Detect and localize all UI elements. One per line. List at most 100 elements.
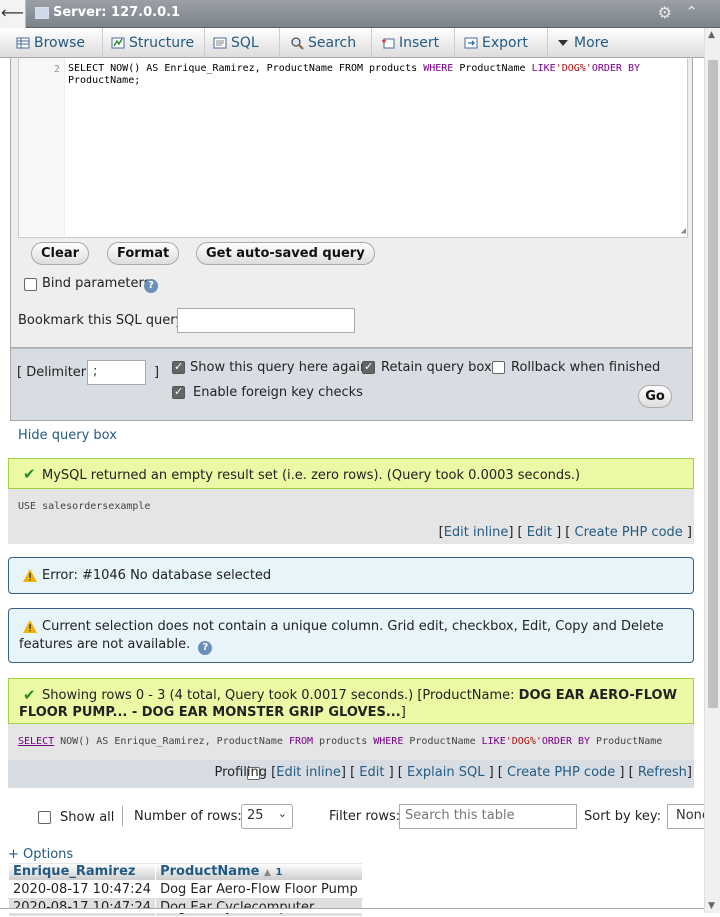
filter-label: Filter rows: <box>329 809 401 824</box>
rows-select[interactable]: 25 ⌄ <box>241 804 293 829</box>
tab-insert-label: Insert <box>399 35 440 51</box>
format-button[interactable]: Format <box>107 242 180 265</box>
bracket: ] <box>686 525 692 540</box>
gear-icon[interactable]: ⚙ <box>658 3 672 22</box>
rollback-label: Rollback when finished <box>511 360 661 375</box>
rows-info-block: Showing rows 0 - 3 (4 total, Query took … <box>19 687 687 721</box>
code-text: SELECT NOW() AS Enrique_Ramirez, Product… <box>68 63 424 74</box>
notice-message: Current selection does not contain a uni… <box>8 608 694 663</box>
success-message: ✔ MySQL returned an empty result set (i.… <box>8 458 694 489</box>
column-header[interactable]: Enrique_Ramirez <box>7 862 157 881</box>
bracket: ] <box>400 705 406 720</box>
sql-code[interactable]: SELECT NOW() AS Enrique_Ramirez, Product… <box>68 63 678 87</box>
explain-sql-link[interactable]: Explain SQL <box>407 765 484 780</box>
vertical-scrollbar[interactable]: ▲ ▼ <box>704 28 720 913</box>
autosaved-query-button[interactable]: Get auto-saved query <box>196 242 375 265</box>
retain-box-label: Retain query box <box>381 360 492 375</box>
options-toggle-link[interactable]: + Options <box>8 847 73 862</box>
sql-keyword-link[interactable]: SELECT <box>18 736 54 747</box>
tab-export-label: Export <box>482 35 528 51</box>
table-navigation: Show all Number of rows: 25 ⌄ Filter row… <box>0 800 704 834</box>
code-text: ProductName; <box>68 75 141 86</box>
code-keyword: ORDER BY <box>591 63 640 74</box>
resize-handle-icon[interactable]: ◢ <box>681 226 686 236</box>
go-button[interactable]: Go <box>638 385 672 408</box>
scroll-down-icon[interactable]: ▼ <box>708 901 715 911</box>
sql-display: SELECT NOW() AS Enrique_Ramirez, Product… <box>8 724 694 760</box>
sql-text: products <box>313 736 374 747</box>
tab-structure-label: Structure <box>129 35 195 51</box>
sql-editor[interactable]: 2 SELECT NOW() AS Enrique_Ramirez, Produ… <box>18 58 688 238</box>
delimiter-label: [ Delimiter <box>17 365 87 380</box>
sql-text: ProductName <box>590 736 663 747</box>
tab-insert[interactable]: Insert <box>373 28 455 58</box>
delimiter-input[interactable]: ; <box>87 360 146 385</box>
hide-query-box-link[interactable]: Hide query box <box>18 428 117 443</box>
code-text: ProductName <box>453 63 532 74</box>
sql-text: ProductName <box>403 736 482 747</box>
search-icon <box>291 37 304 50</box>
create-php-link[interactable]: Create PHP code <box>507 765 615 780</box>
scrollbar-thumb[interactable] <box>708 60 718 708</box>
tab-browse[interactable]: Browse <box>8 28 103 58</box>
table-cell: 2020-08-17 10:47:24 <box>7 880 157 899</box>
refresh-link[interactable]: Refresh <box>638 765 687 780</box>
sql-query-panel: 2 SELECT NOW() AS Enrique_Ramirez, Produ… <box>10 58 693 348</box>
delimiter-close: ] <box>154 365 160 380</box>
tab-sql[interactable]: SQL <box>205 28 280 58</box>
sql-text-line: SELECT NOW() AS Enrique_Ramirez, Product… <box>18 736 662 747</box>
success-text: MySQL returned an empty result set (i.e.… <box>42 468 581 483</box>
rows-value: 25 <box>247 808 264 823</box>
scroll-up-icon[interactable]: ▲ <box>708 30 715 40</box>
create-php-link[interactable]: Create PHP code <box>575 525 683 540</box>
sql-string: 'DOG%' <box>505 736 542 747</box>
help-icon[interactable]: ? <box>198 641 213 655</box>
action-links: Profiling [Edit inline] [ Edit ] [ Expla… <box>214 765 692 780</box>
column-header-label: ProductName <box>160 864 260 879</box>
rows-info-text: Showing rows 0 - 3 (4 total, Query took … <box>42 688 519 703</box>
sql-keyword: FROM <box>288 736 314 747</box>
show-query-label: Show this query here again <box>190 360 369 375</box>
help-icon[interactable]: ? <box>144 279 158 293</box>
bottom-edge <box>0 908 704 913</box>
sql-actions: Profiling [Edit inline] [ Edit ] [ Expla… <box>8 760 694 788</box>
line-number: 2 <box>54 64 61 75</box>
tab-search[interactable]: Search <box>282 28 372 58</box>
tab-more[interactable]: More <box>548 28 618 58</box>
query-options-panel: [ Delimiter ; ] Show this query here aga… <box>10 348 693 421</box>
edit-inline-link[interactable]: Edit inline <box>276 765 341 780</box>
collapse-icon[interactable]: ⌃ <box>685 3 698 21</box>
column-header-sorted[interactable]: ProductName ▲ 1 <box>155 862 363 881</box>
window-title: Server: 127.0.0.1 <box>53 5 181 20</box>
retain-box-checkbox[interactable] <box>362 360 375 374</box>
tab-bar: Browse Structure SQL Search Insert Expor… <box>0 28 704 58</box>
edit-link[interactable]: Edit <box>359 765 384 780</box>
chevron-down-icon <box>558 40 568 46</box>
clear-button[interactable]: Clear <box>31 242 89 265</box>
chevron-down-icon: ⌄ <box>277 807 287 820</box>
notice-text-block: Current selection does not contain a uni… <box>19 618 691 655</box>
server-icon <box>35 7 49 19</box>
filter-input[interactable]: Search this table <box>399 804 577 829</box>
tab-structure[interactable]: Structure <box>103 28 205 58</box>
bind-parameters-checkbox[interactable] <box>24 278 37 291</box>
sort-key-select[interactable]: None <box>667 804 704 829</box>
sql-keyword: WHERE <box>373 736 404 747</box>
sql-display: USE salesordersexample <box>8 489 694 523</box>
tab-sql-label: SQL <box>231 35 259 51</box>
checkmark-icon: ✔ <box>23 465 36 483</box>
rollback-checkbox[interactable] <box>492 361 505 374</box>
show-query-checkbox[interactable] <box>172 360 185 374</box>
bind-parameters-label: Bind parameters <box>42 276 151 291</box>
back-arrow-icon[interactable]: ⟵ <box>0 0 26 28</box>
show-all-label: Show all <box>60 810 115 825</box>
code-string: 'DOG%' <box>555 63 592 74</box>
foreign-keys-checkbox[interactable] <box>172 385 185 399</box>
show-all-checkbox[interactable] <box>38 811 51 824</box>
edit-inline-link[interactable]: Edit inline <box>444 525 509 540</box>
tab-export[interactable]: Export <box>456 28 548 58</box>
edit-link[interactable]: Edit <box>527 525 552 540</box>
code-keyword: WHERE <box>423 63 454 74</box>
bookmark-input[interactable] <box>177 308 355 333</box>
browse-icon <box>16 37 30 49</box>
